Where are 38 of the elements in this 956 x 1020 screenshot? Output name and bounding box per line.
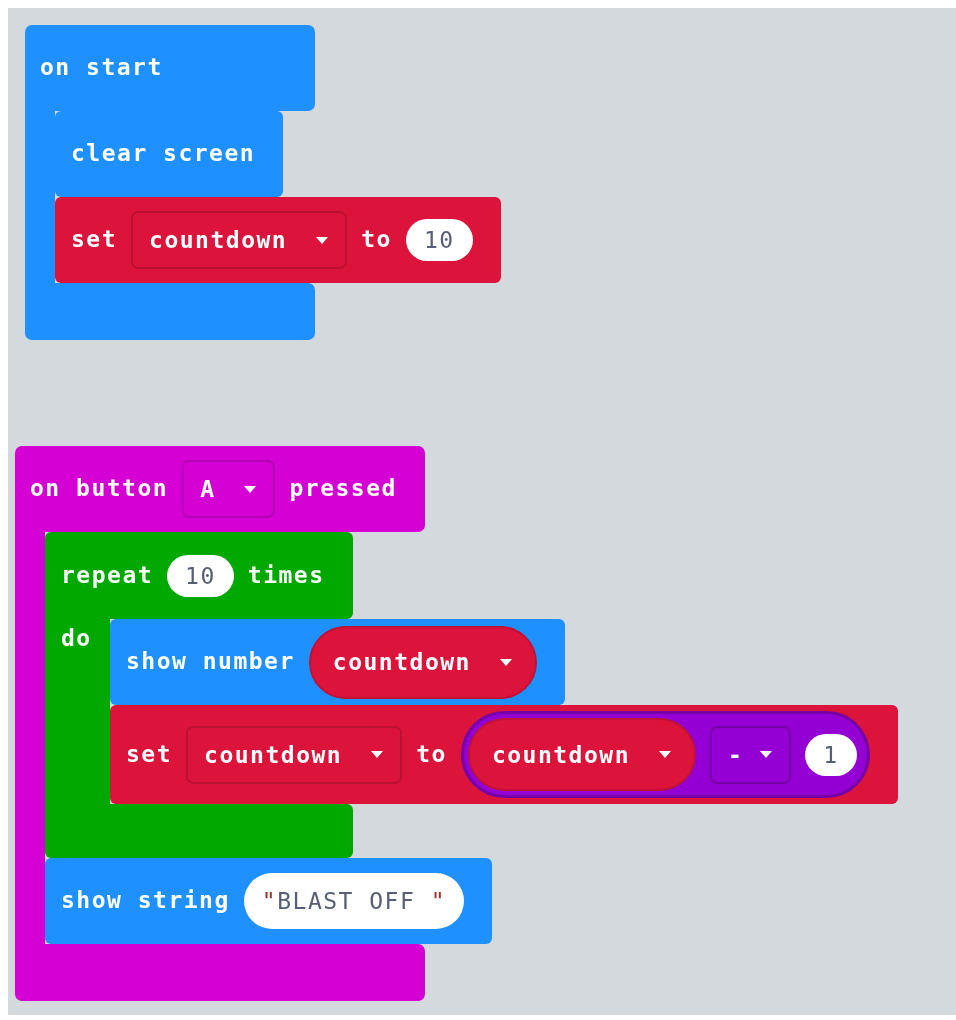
block-label: do xyxy=(61,625,92,653)
text-field[interactable]: "BLAST OFF " xyxy=(243,873,465,929)
block-label: to xyxy=(416,740,447,769)
statement-block[interactable]: set countdown to 10 xyxy=(55,197,501,283)
dropdown-field[interactable]: - xyxy=(710,725,792,784)
dropdown-field[interactable]: countdown xyxy=(186,725,403,784)
variable-block[interactable]: countdown xyxy=(467,718,696,791)
dropdown-field[interactable]: countdown xyxy=(131,211,348,269)
variable-block[interactable]: countdown xyxy=(308,625,537,699)
block-label: set xyxy=(71,226,118,254)
statement-block[interactable]: show string "BLAST OFF " xyxy=(45,858,493,944)
block-label: show string xyxy=(61,887,230,915)
caret-icon xyxy=(315,235,330,245)
caret-icon xyxy=(759,750,774,759)
block-label: to xyxy=(361,226,392,254)
number-field[interactable]: 10 xyxy=(405,219,473,261)
statement-block[interactable]: clear screen xyxy=(55,111,284,197)
block-label: on start xyxy=(40,54,163,82)
block-label: set xyxy=(126,740,173,769)
math-operation-block[interactable]: countdown - 1 xyxy=(460,711,870,798)
caret-icon xyxy=(243,484,258,494)
caret-icon xyxy=(370,750,385,759)
block-label: clear screen xyxy=(71,140,256,168)
block-label: pressed xyxy=(289,475,397,503)
dropdown-field[interactable]: A xyxy=(182,460,276,518)
event-block-header[interactable]: on button A pressed xyxy=(15,446,425,532)
statement-block[interactable]: show number countdown xyxy=(110,619,565,705)
loop-block-header[interactable]: repeat 10 times xyxy=(45,532,353,619)
block-label: times xyxy=(247,561,325,590)
number-field[interactable]: 10 xyxy=(167,554,234,597)
event-block-header[interactable]: on start xyxy=(25,25,315,111)
caret-icon xyxy=(498,657,513,667)
block-label: on button xyxy=(30,475,169,503)
block-label: show number xyxy=(126,648,295,676)
block-label: repeat xyxy=(61,561,154,590)
caret-icon xyxy=(658,750,672,759)
statement-block[interactable]: set countdown to countdown - 1 xyxy=(110,705,898,804)
number-field[interactable]: 1 xyxy=(805,733,857,776)
